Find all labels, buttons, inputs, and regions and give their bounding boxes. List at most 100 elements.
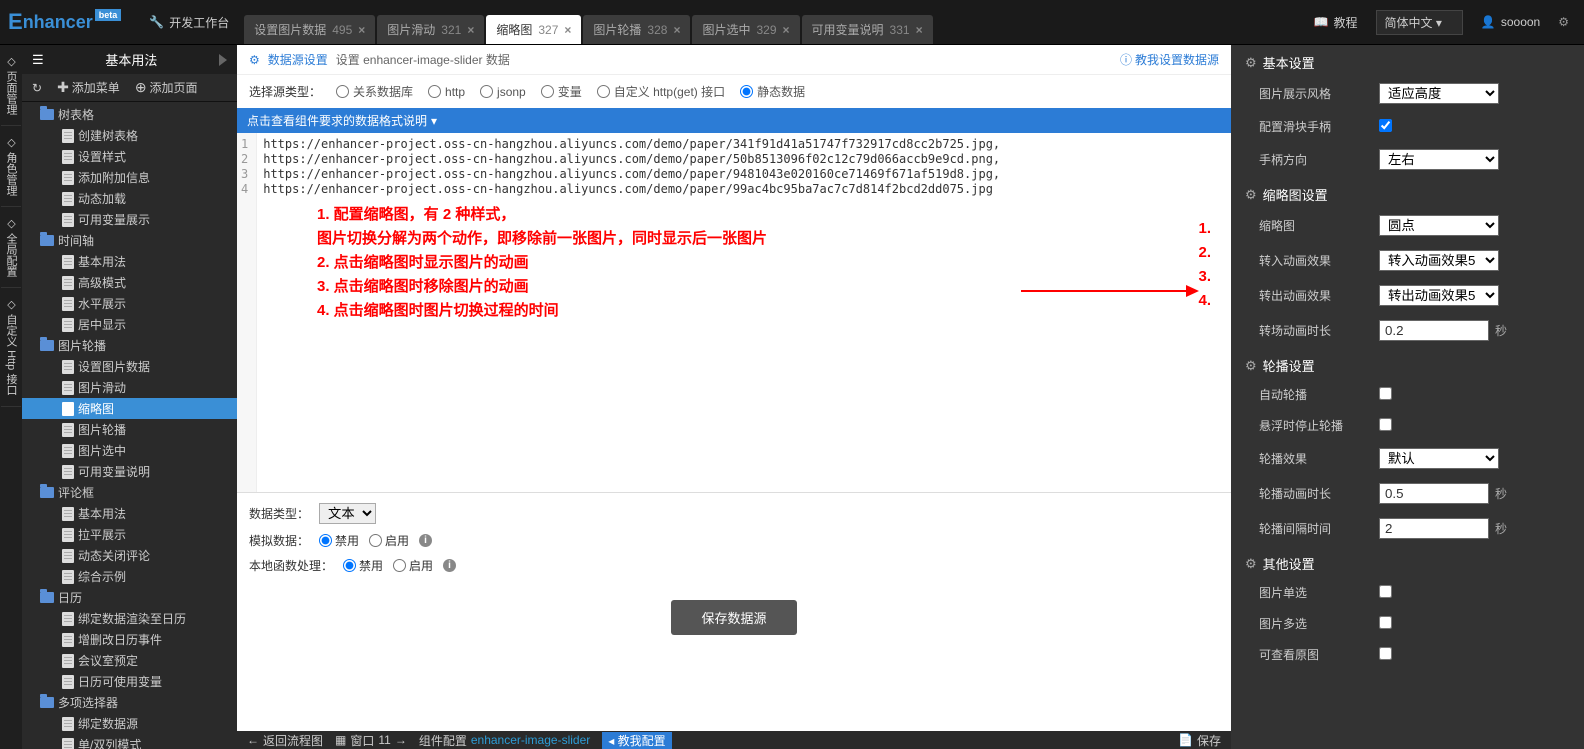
rail-角色管理[interactable]: ◇ 角色管理 [1, 126, 21, 207]
source-type-label: 选择源类型： [249, 83, 321, 100]
page-绑定数据源[interactable]: 绑定数据源 [22, 713, 237, 734]
tab-设置图片数据[interactable]: 设置图片数据 495 × [244, 15, 375, 44]
page-会议室预定[interactable]: 会议室预定 [22, 650, 237, 671]
src-opt-关系数据库[interactable]: 关系数据库 [336, 83, 413, 100]
page-动态加载[interactable]: 动态加载 [22, 188, 237, 209]
info-icon[interactable]: i [443, 559, 456, 572]
close-icon[interactable]: × [673, 23, 680, 37]
src-opt-http[interactable]: http [428, 85, 465, 99]
tab-图片轮播[interactable]: 图片轮播 328 × [583, 15, 690, 44]
page-创建树表格[interactable]: 创建树表格 [22, 125, 237, 146]
page-缩略图[interactable]: 缩略图 [22, 398, 237, 419]
page-设置样式[interactable]: 设置样式 [22, 146, 237, 167]
src-opt-jsonp[interactable]: jsonp [480, 85, 526, 99]
page-可用变量展示[interactable]: 可用变量展示 [22, 209, 237, 230]
handle-checkbox[interactable] [1379, 119, 1392, 132]
datasource-settings-link[interactable]: 数据源设置 [268, 51, 328, 68]
folder-树表格[interactable]: 树表格 [22, 104, 237, 125]
page-基本用法[interactable]: 基本用法 [22, 251, 237, 272]
close-icon[interactable]: × [467, 23, 474, 37]
tab-图片选中[interactable]: 图片选中 329 × [692, 15, 799, 44]
close-icon[interactable]: × [783, 23, 790, 37]
page-高级模式[interactable]: 高级模式 [22, 272, 237, 293]
back-to-flow-button[interactable]: ← 返回流程图 [247, 732, 323, 749]
hamburger-icon[interactable]: ☰ [32, 52, 44, 68]
teach-datasource-link[interactable]: ⓘ教我设置数据源 [1120, 51, 1219, 68]
file-icon [62, 276, 74, 290]
folder-评论框[interactable]: 评论框 [22, 482, 237, 503]
workbench-link[interactable]: 🔧 开发工作台 [149, 14, 229, 31]
style-select[interactable]: 适应高度 [1379, 83, 1499, 104]
add-page-button[interactable]: ⊕添加页面 [135, 79, 198, 96]
page-综合示例[interactable]: 综合示例 [22, 566, 237, 587]
tutorial-link[interactable]: 📖教程 [1314, 14, 1358, 31]
src-opt-自定义 http(get) 接口[interactable]: 自定义 http(get) 接口 [597, 83, 725, 100]
page-图片滑动[interactable]: 图片滑动 [22, 377, 237, 398]
trans-dur-input[interactable] [1379, 320, 1489, 341]
folder-日历[interactable]: 日历 [22, 587, 237, 608]
out-anim-select[interactable]: 转出动画效果5 [1379, 285, 1499, 306]
save-button[interactable]: 📄 保存 [1178, 732, 1221, 749]
auto-label: 自动轮播 [1259, 386, 1379, 403]
rail-自定义 Http 接口[interactable]: ◇ 自定义 Http 接口 [1, 288, 21, 406]
window-breadcrumb[interactable]: ▦ 窗口 11 → [335, 732, 407, 749]
info-icon: ⓘ [1120, 51, 1132, 68]
page-图片选中[interactable]: 图片选中 [22, 440, 237, 461]
save-datasource-button[interactable]: 保存数据源 [671, 600, 796, 635]
data-type-select[interactable]: 文本 [319, 503, 376, 524]
direction-select[interactable]: 左右 [1379, 149, 1499, 170]
hover-stop-checkbox[interactable] [1379, 418, 1392, 431]
view-orig-checkbox[interactable] [1379, 647, 1392, 660]
page-动态关闭评论[interactable]: 动态关闭评论 [22, 545, 237, 566]
rail-页面管理[interactable]: ◇ 页面管理 [1, 45, 21, 126]
info-icon[interactable]: i [419, 534, 432, 547]
single-sel-checkbox[interactable] [1379, 585, 1392, 598]
page-基本用法[interactable]: 基本用法 [22, 503, 237, 524]
language-select[interactable]: 简体中文 ▾ [1376, 10, 1463, 35]
rail-全局配置[interactable]: ◇ 全局配置 [1, 207, 21, 288]
page-居中显示[interactable]: 居中显示 [22, 314, 237, 335]
in-anim-select[interactable]: 转入动画效果5 [1379, 250, 1499, 271]
close-icon[interactable]: × [358, 23, 365, 37]
refresh-button[interactable]: ↻ [32, 79, 42, 96]
interval-input[interactable] [1379, 518, 1489, 539]
folder-图片轮播[interactable]: 图片轮播 [22, 335, 237, 356]
page-日历可使用变量[interactable]: 日历可使用变量 [22, 671, 237, 692]
page-设置图片数据[interactable]: 设置图片数据 [22, 356, 237, 377]
add-menu-button[interactable]: ✚添加菜单 [57, 79, 120, 96]
local-enable-radio[interactable]: 启用 [393, 557, 433, 574]
tab-可用变量说明[interactable]: 可用变量说明 331 × [802, 15, 933, 44]
effect-select[interactable]: 默认 [1379, 448, 1499, 469]
teach-config-button[interactable]: ◂ 教我配置 [602, 732, 671, 749]
auto-checkbox[interactable] [1379, 387, 1392, 400]
thumb-select[interactable]: 圆点 [1379, 215, 1499, 236]
close-icon[interactable]: × [564, 23, 571, 37]
tab-缩略图[interactable]: 缩略图 327 × [486, 15, 581, 44]
mock-enable-radio[interactable]: 启用 [369, 532, 409, 549]
page-图片轮播[interactable]: 图片轮播 [22, 419, 237, 440]
page-拉平展示[interactable]: 拉平展示 [22, 524, 237, 545]
page-单/双列模式[interactable]: 单/双列模式 [22, 734, 237, 749]
collapse-sidebar-icon[interactable] [219, 54, 227, 66]
page-添加附加信息[interactable]: 添加附加信息 [22, 167, 237, 188]
src-opt-静态数据[interactable]: 静态数据 [740, 83, 805, 100]
settings-icon[interactable]: ⚙ [1558, 15, 1569, 29]
mock-disable-radio[interactable]: 禁用 [319, 532, 359, 549]
local-disable-radio[interactable]: 禁用 [343, 557, 383, 574]
component-config-breadcrumb[interactable]: 组件配置 enhancer-image-slider [419, 732, 590, 749]
page-水平展示[interactable]: 水平展示 [22, 293, 237, 314]
multi-sel-checkbox[interactable] [1379, 616, 1392, 629]
folder-多项选择器[interactable]: 多项选择器 [22, 692, 237, 713]
page-可用变量说明[interactable]: 可用变量说明 [22, 461, 237, 482]
folder-时间轴[interactable]: 时间轴 [22, 230, 237, 251]
tree-label: 居中显示 [78, 316, 126, 333]
logo[interactable]: Enhancerbeta [0, 9, 129, 35]
tab-图片滑动[interactable]: 图片滑动 321 × [377, 15, 484, 44]
src-opt-变量[interactable]: 变量 [541, 83, 582, 100]
page-增删改日历事件[interactable]: 增删改日历事件 [22, 629, 237, 650]
format-hint-bar[interactable]: 点击查看组件要求的数据格式说明▾ [237, 108, 1231, 133]
carousel-dur-input[interactable] [1379, 483, 1489, 504]
page-绑定数据渲染至日历[interactable]: 绑定数据渲染至日历 [22, 608, 237, 629]
close-icon[interactable]: × [916, 23, 923, 37]
user-menu[interactable]: 👤soooon [1481, 15, 1540, 29]
